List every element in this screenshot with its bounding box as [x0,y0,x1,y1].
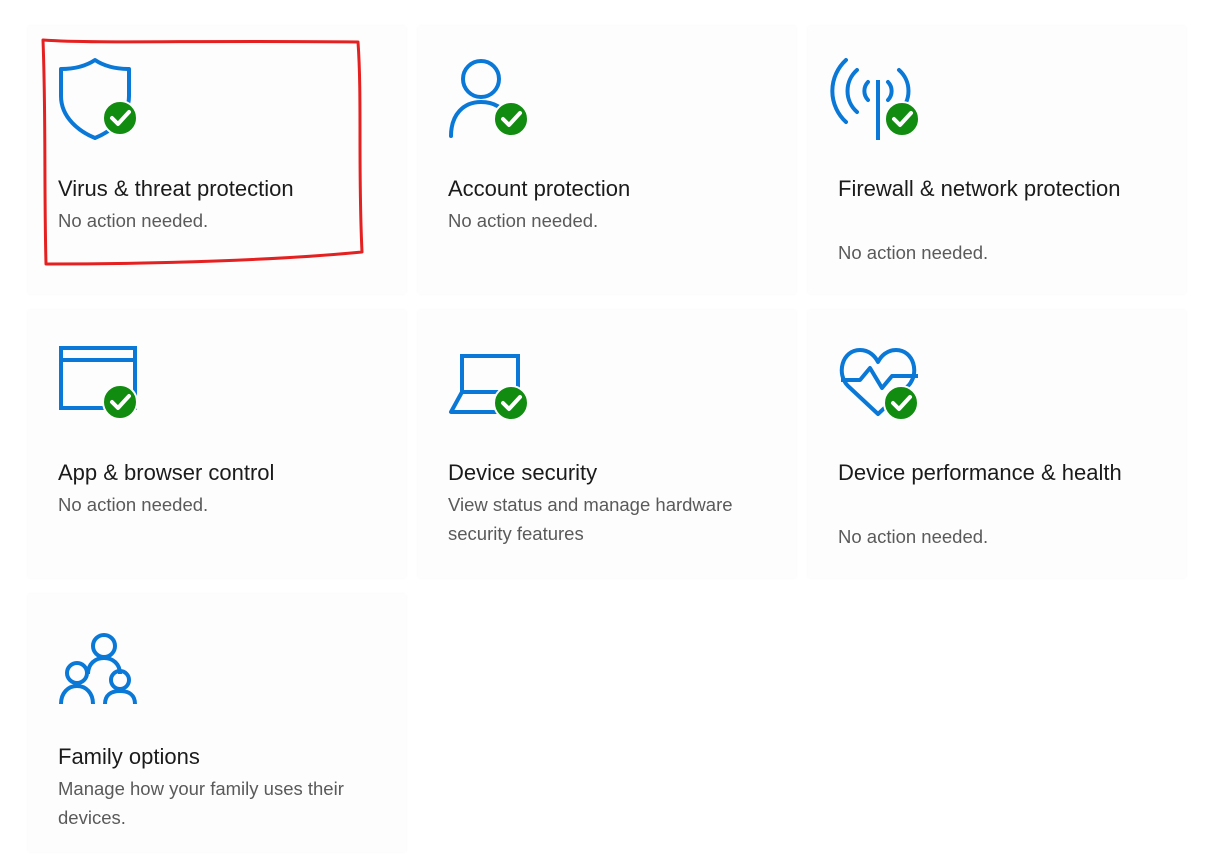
shield-icon [58,56,158,146]
tile-title: Device security [448,460,598,485]
check-badge-icon [102,384,138,420]
tile-device-security[interactable]: Device security View status and manage h… [418,310,796,578]
tile-title: Virus & threat protection [58,176,294,201]
check-badge-icon [883,385,919,421]
tile-title: Family options [58,744,200,769]
tile-device-performance-health[interactable]: Device performance & health No action ne… [808,310,1186,578]
browser-window-icon [58,340,158,430]
check-badge-icon [493,385,529,421]
tile-status: View status and manage hardware security… [448,494,733,544]
tile-title: Device performance & health [838,460,1122,485]
tile-status: No action needed. [838,526,989,547]
laptop-icon [448,340,548,430]
tile-status: No action needed. [838,242,989,263]
check-badge-icon [102,100,138,136]
tile-status: No action needed. [58,210,209,231]
tile-title: Account protection [448,176,631,201]
tile-status: No action needed. [58,494,209,515]
tile-account-protection[interactable]: Account protection No action needed. [418,26,796,294]
family-icon [58,624,158,714]
person-icon [448,56,548,146]
tile-title: App & browser control [58,460,275,485]
heart-pulse-icon [838,340,938,430]
tile-status: Manage how your family uses their device… [58,778,344,828]
tile-virus-threat-protection[interactable]: Virus & threat protection No action need… [28,26,406,294]
tile-app-browser-control[interactable]: App & browser control No action needed. [28,310,406,578]
tile-firewall-network-protection[interactable]: Firewall & network protection No action … [808,26,1186,294]
check-badge-icon [884,101,920,137]
check-badge-icon [493,101,529,137]
tile-status: No action needed. [448,210,599,231]
antenna-icon [830,56,938,146]
tile-title: Firewall & network protection [838,176,1121,201]
tile-family-options[interactable]: Family options Manage how your family us… [28,594,406,852]
